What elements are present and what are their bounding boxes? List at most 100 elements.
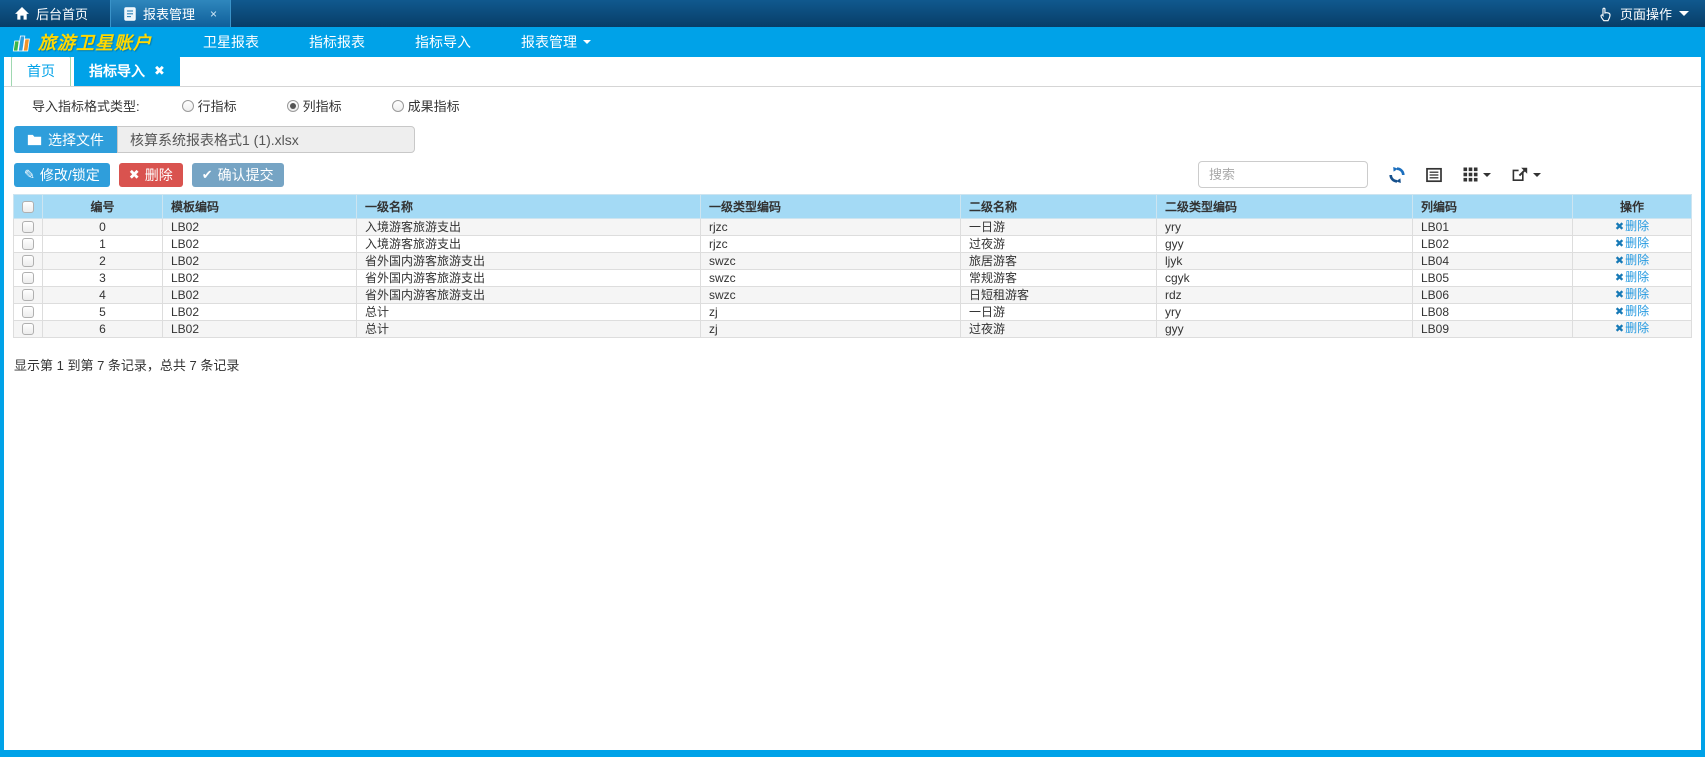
table-row: 3LB02省外国内游客旅游支出swzc常规游客cgykLB05✖删除 (14, 270, 1692, 287)
page-actions-menu[interactable]: 页面操作 (1598, 0, 1705, 27)
table-cell: 过夜游 (961, 236, 1157, 253)
header-template-code[interactable]: 模板编码 (163, 195, 357, 219)
table-cell: LB02 (163, 321, 357, 338)
row-actions-cell: ✖删除 (1573, 304, 1692, 321)
brand: 旅游卫星账户 (12, 29, 152, 55)
header-number[interactable]: 编号 (43, 195, 163, 219)
columns-grid-icon (1463, 167, 1478, 182)
top-frame-bar: 后台首页 报表管理 × 页面操作 (0, 0, 1705, 27)
row-checkbox[interactable] (22, 289, 34, 301)
table-cell: swzc (701, 287, 961, 304)
window-tab-close-icon[interactable]: × (210, 7, 217, 21)
report-manage-window-label: 报表管理 (143, 4, 195, 23)
content-filler (4, 374, 1701, 750)
row-checkbox[interactable] (22, 255, 34, 267)
report-manage-window-tab[interactable]: 报表管理 × (110, 0, 231, 27)
table-row: 1LB02入境游客旅游支出rjzc过夜游gyyLB02✖删除 (14, 236, 1692, 253)
table-row: 6LB02总计zj过夜游gyyLB09✖删除 (14, 321, 1692, 338)
table-cell: zj (701, 321, 961, 338)
table-cell: rdz (1157, 287, 1413, 304)
toolbar-right (1198, 161, 1541, 188)
backstage-home-tab[interactable]: 后台首页 (0, 0, 110, 27)
row-checkbox[interactable] (22, 272, 34, 284)
table-cell: LB08 (1413, 304, 1573, 321)
table-cell: zj (701, 304, 961, 321)
confirm-submit-label: 确认提交 (218, 165, 274, 185)
page-actions-label: 页面操作 (1620, 4, 1672, 23)
header-level2-type-code[interactable]: 二级类型编码 (1157, 195, 1413, 219)
table-cell: 5 (43, 304, 163, 321)
table-cell: 2 (43, 253, 163, 270)
row-checkbox-cell (14, 304, 43, 321)
table-cell: gyy (1157, 321, 1413, 338)
row-checkbox[interactable] (22, 306, 34, 318)
columns-button[interactable] (1463, 167, 1491, 182)
tab-indicator-import[interactable]: 指标导入 ✖ (74, 57, 180, 86)
nav-item-indicator-report[interactable]: 指标报表 (284, 32, 390, 52)
export-icon (1512, 167, 1528, 183)
header-level2-name[interactable]: 二级名称 (961, 195, 1157, 219)
table-cell: 一日游 (961, 304, 1157, 321)
file-chooser: 选择文件 核算系统报表格式1 (1).xlsx (14, 126, 1701, 153)
row-checkbox-cell (14, 253, 43, 270)
nav-item-satellite-report[interactable]: 卫星报表 (178, 32, 284, 52)
export-button[interactable] (1512, 167, 1541, 183)
choose-file-button[interactable]: 选择文件 (14, 126, 117, 153)
radio-option[interactable]: 行指标 (182, 96, 237, 115)
nav-item-report-manage-label: 报表管理 (521, 32, 577, 52)
confirm-submit-button[interactable]: ✔ 确认提交 (192, 163, 284, 187)
radio-option-label: 列指标 (303, 96, 342, 115)
refresh-button[interactable] (1389, 167, 1405, 183)
brand-title: 旅游卫星账户 (38, 29, 152, 55)
table-cell: 总计 (357, 321, 701, 338)
nav-item-indicator-import[interactable]: 指标导入 (390, 32, 496, 52)
table-cell: LB02 (163, 304, 357, 321)
tab-close-icon[interactable]: ✖ (154, 63, 165, 79)
select-all-checkbox[interactable] (22, 201, 34, 213)
table-cell: LB05 (1413, 270, 1573, 287)
row-delete-link[interactable]: ✖删除 (1615, 219, 1649, 233)
nav-menu: 卫星报表 指标报表 指标导入 报表管理 (178, 32, 616, 52)
row-checkbox-cell (14, 287, 43, 304)
tab-home[interactable]: 首页 (11, 57, 71, 86)
radio-option-label: 成果指标 (408, 96, 460, 115)
choose-file-label: 选择文件 (48, 130, 104, 150)
row-checkbox[interactable] (22, 238, 34, 250)
row-delete-link[interactable]: ✖删除 (1615, 287, 1649, 301)
row-delete-link[interactable]: ✖删除 (1615, 270, 1649, 284)
radio-option-label: 行指标 (198, 96, 237, 115)
row-delete-link[interactable]: ✖删除 (1615, 253, 1649, 267)
header-column-code[interactable]: 列编码 (1413, 195, 1573, 219)
table-row: 2LB02省外国内游客旅游支出swzc旅居游客ljykLB04✖删除 (14, 253, 1692, 270)
row-actions-cell: ✖删除 (1573, 236, 1692, 253)
hand-pointer-icon (1598, 6, 1613, 22)
x-icon: ✖ (129, 167, 140, 183)
row-actions-cell: ✖删除 (1573, 219, 1692, 236)
header-actions: 操作 (1573, 195, 1692, 219)
search-input[interactable] (1198, 161, 1368, 188)
row-checkbox[interactable] (22, 323, 34, 335)
row-delete-link[interactable]: ✖删除 (1615, 236, 1649, 250)
table-header-row: 编号 模板编码 一级名称 一级类型编码 二级名称 二级类型编码 列编码 操作 (14, 195, 1692, 219)
row-checkbox-cell (14, 219, 43, 236)
header-level1-type-code[interactable]: 一级类型编码 (701, 195, 961, 219)
modify-lock-button[interactable]: ✎ 修改/锁定 (14, 163, 110, 187)
delete-button[interactable]: ✖ 删除 (119, 163, 183, 187)
table-cell: 省外国内游客旅游支出 (357, 253, 701, 270)
table-cell: LB04 (1413, 253, 1573, 270)
table-cell: yry (1157, 304, 1413, 321)
table-cell: 4 (43, 287, 163, 304)
row-delete-link[interactable]: ✖删除 (1615, 304, 1649, 318)
nav-item-report-manage[interactable]: 报表管理 (496, 32, 616, 52)
radio-option[interactable]: 成果指标 (392, 96, 460, 115)
table-cell: 总计 (357, 304, 701, 321)
header-level1-name[interactable]: 一级名称 (357, 195, 701, 219)
table-cell: LB01 (1413, 219, 1573, 236)
radio-option[interactable]: 列指标 (287, 96, 342, 115)
toggle-view-button[interactable] (1426, 167, 1442, 183)
delete-x-icon: ✖ (1615, 238, 1624, 250)
indicator-table-wrap: 编号 模板编码 一级名称 一级类型编码 二级名称 二级类型编码 列编码 操作 0… (13, 194, 1692, 338)
row-delete-link[interactable]: ✖删除 (1615, 321, 1649, 335)
row-checkbox[interactable] (22, 221, 34, 233)
select-all-header-cell (14, 195, 43, 219)
